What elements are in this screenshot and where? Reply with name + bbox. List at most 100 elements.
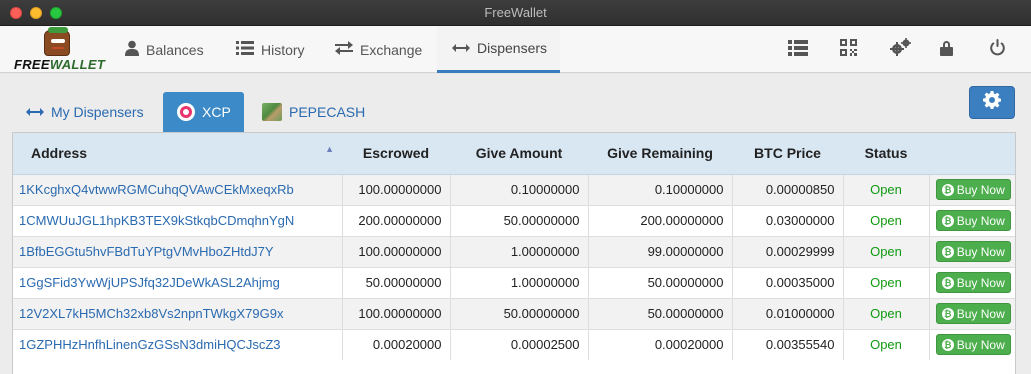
tab-pepecash[interactable]: PEPECASH (250, 92, 377, 132)
escrowed-value: 100.00000000 (341, 297, 450, 329)
give-amount-value: 0.00002500 (449, 328, 588, 360)
tab-pepecash-label: PEPECASH (289, 104, 366, 120)
column-header-give-remaining[interactable]: Give Remaining (588, 133, 732, 175)
buy-now-button[interactable]: ₿ Buy Now (935, 241, 1011, 262)
column-header-btc-price[interactable]: BTC Price (732, 133, 843, 175)
double-arrow-icon (452, 40, 470, 56)
buy-now-button[interactable]: ₿ Buy Now (935, 179, 1011, 200)
list-icon (236, 41, 254, 58)
logo-mascot-icon (44, 27, 70, 56)
nav-balances[interactable]: Balances (125, 26, 204, 73)
give-amount-value: 1.00000000 (449, 235, 588, 267)
settings-button[interactable] (969, 86, 1015, 119)
dispenser-address-link[interactable]: 1KKcghxQ4vtwwRGMCuhqQVAwCEkMxeqxRb (13, 173, 342, 205)
give-amount-value: 0.10000000 (449, 173, 588, 205)
column-header-give-amount[interactable]: Give Amount (450, 133, 588, 175)
give-remaining-value: 0.10000000 (587, 173, 732, 205)
btc-price-value: 0.00000850 (731, 173, 843, 205)
table-row[interactable]: 12V2XL7kH5MCh32xb8Vs2npnTWkgX79G9x 100.0… (13, 297, 1015, 329)
dispenser-address-link[interactable]: 1GZPHHzHnfhLinenGzGSsN3dmiHQCJscZ3 (13, 328, 342, 360)
buy-now-button[interactable]: ₿ Buy Now (935, 272, 1011, 293)
btc-price-value: 0.03000000 (731, 204, 843, 236)
nav-history[interactable]: History (236, 26, 305, 73)
give-remaining-value: 99.00000000 (587, 235, 732, 267)
exchange-arrows-icon (335, 41, 353, 58)
status-value: Open (842, 328, 929, 360)
buy-now-button[interactable]: ₿ Buy Now (935, 210, 1011, 231)
escrowed-value: 0.00020000 (341, 328, 450, 360)
column-header-action (929, 133, 1015, 175)
bitcoin-icon: ₿ (941, 307, 954, 320)
power-icon (989, 39, 1006, 61)
tab-xcp-label: XCP (202, 104, 231, 120)
dispenser-address-link[interactable]: 12V2XL7kH5MCh32xb8Vs2npnTWkgX79G9x (13, 297, 342, 329)
freewallet-logo[interactable]: FREEWALLET (14, 27, 106, 72)
table-row[interactable]: 1CMWUuJGL1hpKB3TEX9kStkqbCDmqhnYgN 200.0… (13, 204, 1015, 236)
give-remaining-value: 50.00000000 (587, 266, 732, 298)
window-titlebar: FreeWallet (0, 0, 1031, 26)
bitcoin-icon: ₿ (941, 183, 954, 196)
dispensers-panel: My Dispensers XCP PEPECASH Address ▲ Escr… (0, 74, 1031, 374)
btc-price-value: 0.00035000 (731, 266, 843, 298)
logo-text: FREEWALLET (14, 57, 106, 72)
dispenser-address-link[interactable]: 1BfbEGGtu5hvFBdTuYPtgVMvHboZHtdJ7Y (13, 235, 342, 267)
btc-price-value: 0.01000000 (731, 297, 843, 329)
column-header-address[interactable]: Address ▲ (13, 133, 342, 175)
window-title: FreeWallet (484, 5, 547, 20)
escrowed-value: 100.00000000 (341, 235, 450, 267)
status-value: Open (842, 266, 929, 298)
sort-ascending-icon: ▲ (325, 144, 334, 154)
column-header-escrowed[interactable]: Escrowed (342, 133, 450, 175)
buy-now-button[interactable]: ₿ Buy Now (935, 303, 1011, 324)
table-row[interactable]: 1BfbEGGtu5hvFBdTuYPtgVMvHboZHtdJ7Y 100.0… (13, 235, 1015, 267)
give-amount-value: 1.00000000 (449, 266, 588, 298)
bitcoin-icon: ₿ (941, 276, 954, 289)
give-remaining-value: 200.00000000 (587, 204, 732, 236)
give-remaining-value: 50.00000000 (587, 297, 732, 329)
buy-now-button[interactable]: ₿ Buy Now (935, 334, 1011, 356)
power-button[interactable] (986, 39, 1008, 61)
qrcode-button[interactable] (837, 39, 859, 61)
escrowed-value: 200.00000000 (341, 204, 450, 236)
give-remaining-value: 0.00020000 (587, 328, 732, 360)
list-view-button[interactable] (787, 39, 809, 61)
nav-dispensers[interactable]: Dispensers (437, 26, 560, 73)
tab-my-dispensers-label: My Dispensers (51, 104, 144, 120)
status-value: Open (842, 173, 929, 205)
nav-history-label: History (261, 41, 305, 58)
xcp-token-icon (177, 103, 195, 121)
tab-xcp[interactable]: XCP (163, 92, 244, 132)
btc-price-value: 0.00355540 (731, 328, 843, 360)
dispenser-address-link[interactable]: 1CMWUuJGL1hpKB3TEX9kStkqbCDmqhnYgN (13, 204, 342, 236)
bitcoin-icon: ₿ (941, 214, 954, 227)
dispensers-table: Address ▲ Escrowed Give Amount Give Remai… (12, 132, 1016, 374)
table-header-row: Address ▲ Escrowed Give Amount Give Remai… (13, 133, 1015, 175)
tab-my-dispensers[interactable]: My Dispensers (14, 92, 156, 132)
nav-balances-label: Balances (146, 41, 204, 58)
qrcode-icon (839, 39, 857, 61)
gear-icon (983, 91, 1001, 114)
status-value: Open (842, 235, 929, 267)
nav-dispensers-label: Dispensers (477, 40, 548, 56)
table-row[interactable]: 1KKcghxQ4vtwwRGMCuhqQVAwCEkMxeqxRb 100.0… (13, 173, 1015, 205)
nav-exchange[interactable]: Exchange (335, 26, 422, 73)
gears-icon (889, 38, 911, 62)
dispenser-address-link[interactable]: 1GgSFid3YwWjUPSJfq32JDeWkASL2Ahjmg (13, 266, 342, 298)
bitcoin-icon: ₿ (941, 338, 954, 351)
bitcoin-icon: ₿ (941, 245, 954, 258)
status-value: Open (842, 297, 929, 329)
lock-icon (939, 40, 953, 61)
table-row[interactable]: 1GgSFid3YwWjUPSJfq32JDeWkASL2Ahjmg 50.00… (13, 266, 1015, 298)
btc-price-value: 0.00029999 (731, 235, 843, 267)
status-value: Open (842, 204, 929, 236)
lock-wallet-button[interactable] (935, 39, 957, 61)
user-icon (125, 40, 139, 59)
top-navbar: FREEWALLET Balances History Exchange Dis… (0, 26, 1031, 73)
table-row[interactable]: 1GZPHHzHnfhLinenGzGSsN3dmiHQCJscZ3 0.000… (13, 328, 1015, 360)
list-icon (788, 39, 808, 61)
tools-button[interactable] (889, 38, 911, 62)
escrowed-value: 50.00000000 (341, 266, 450, 298)
double-arrow-icon (26, 104, 44, 120)
pepecash-token-icon (262, 103, 282, 121)
column-header-status[interactable]: Status (843, 133, 929, 175)
